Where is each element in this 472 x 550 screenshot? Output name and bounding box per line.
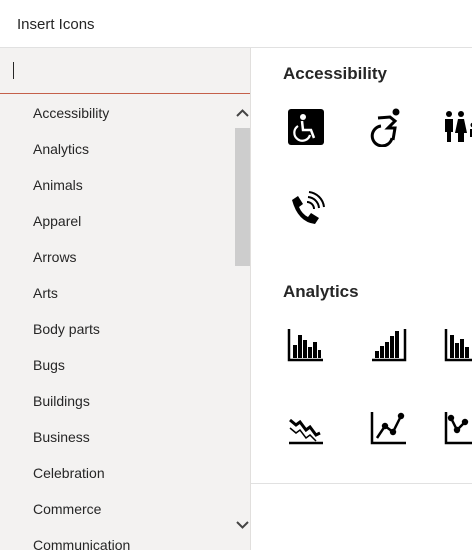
wheelchair-sign-icon[interactable]	[286, 107, 326, 147]
category-sidebar: Accessibility Analytics Animals Apparel …	[0, 48, 251, 550]
family-restroom-icon[interactable]	[443, 107, 472, 147]
active-wheelchair-icon[interactable]	[369, 107, 409, 147]
insert-icons-dialog: Insert Icons Accessibility Analytics Ani…	[0, 0, 472, 550]
bar-chart-rising-icon[interactable]	[369, 325, 409, 365]
category-item-celebration[interactable]: Celebration	[33, 465, 105, 485]
footer-divider	[251, 483, 472, 484]
category-item-body-parts[interactable]: Body parts	[33, 321, 100, 341]
category-item-apparel[interactable]: Apparel	[33, 213, 81, 233]
category-item-business[interactable]: Business	[33, 429, 90, 449]
category-item-animals[interactable]: Animals	[33, 177, 83, 197]
scroll-thumb[interactable]	[235, 128, 250, 266]
category-item-accessibility[interactable]: Accessibility	[33, 105, 109, 125]
line-chart-up-icon[interactable]	[369, 408, 409, 448]
category-item-communication[interactable]: Communication	[33, 537, 130, 550]
dialog-titlebar: Insert Icons	[0, 0, 472, 48]
category-item-bugs[interactable]: Bugs	[33, 357, 65, 377]
dialog-title: Insert Icons	[17, 16, 95, 33]
category-item-buildings[interactable]: Buildings	[33, 393, 90, 413]
scroll-up-arrow-icon[interactable]	[234, 106, 250, 120]
search-box[interactable]	[0, 48, 250, 94]
category-item-arrows[interactable]: Arrows	[33, 249, 77, 269]
category-item-arts[interactable]: Arts	[33, 285, 58, 305]
bar-chart-partial-icon[interactable]	[443, 325, 472, 365]
tty-phone-icon[interactable]	[286, 190, 326, 230]
scroll-down-arrow-icon[interactable]	[234, 518, 250, 532]
icon-gallery: Accessibility Analytics	[251, 48, 472, 550]
search-input[interactable]	[8, 58, 242, 84]
bar-chart-baseline-icon[interactable]	[286, 325, 326, 365]
category-item-analytics[interactable]: Analytics	[33, 141, 89, 161]
line-chart-down-icon[interactable]	[286, 408, 326, 448]
line-chart-partial-icon[interactable]	[443, 408, 472, 448]
section-title-analytics: Analytics	[283, 282, 359, 301]
section-title-accessibility: Accessibility	[283, 64, 387, 83]
category-scrollbar[interactable]	[234, 106, 250, 532]
category-item-commerce[interactable]: Commerce	[33, 501, 101, 521]
